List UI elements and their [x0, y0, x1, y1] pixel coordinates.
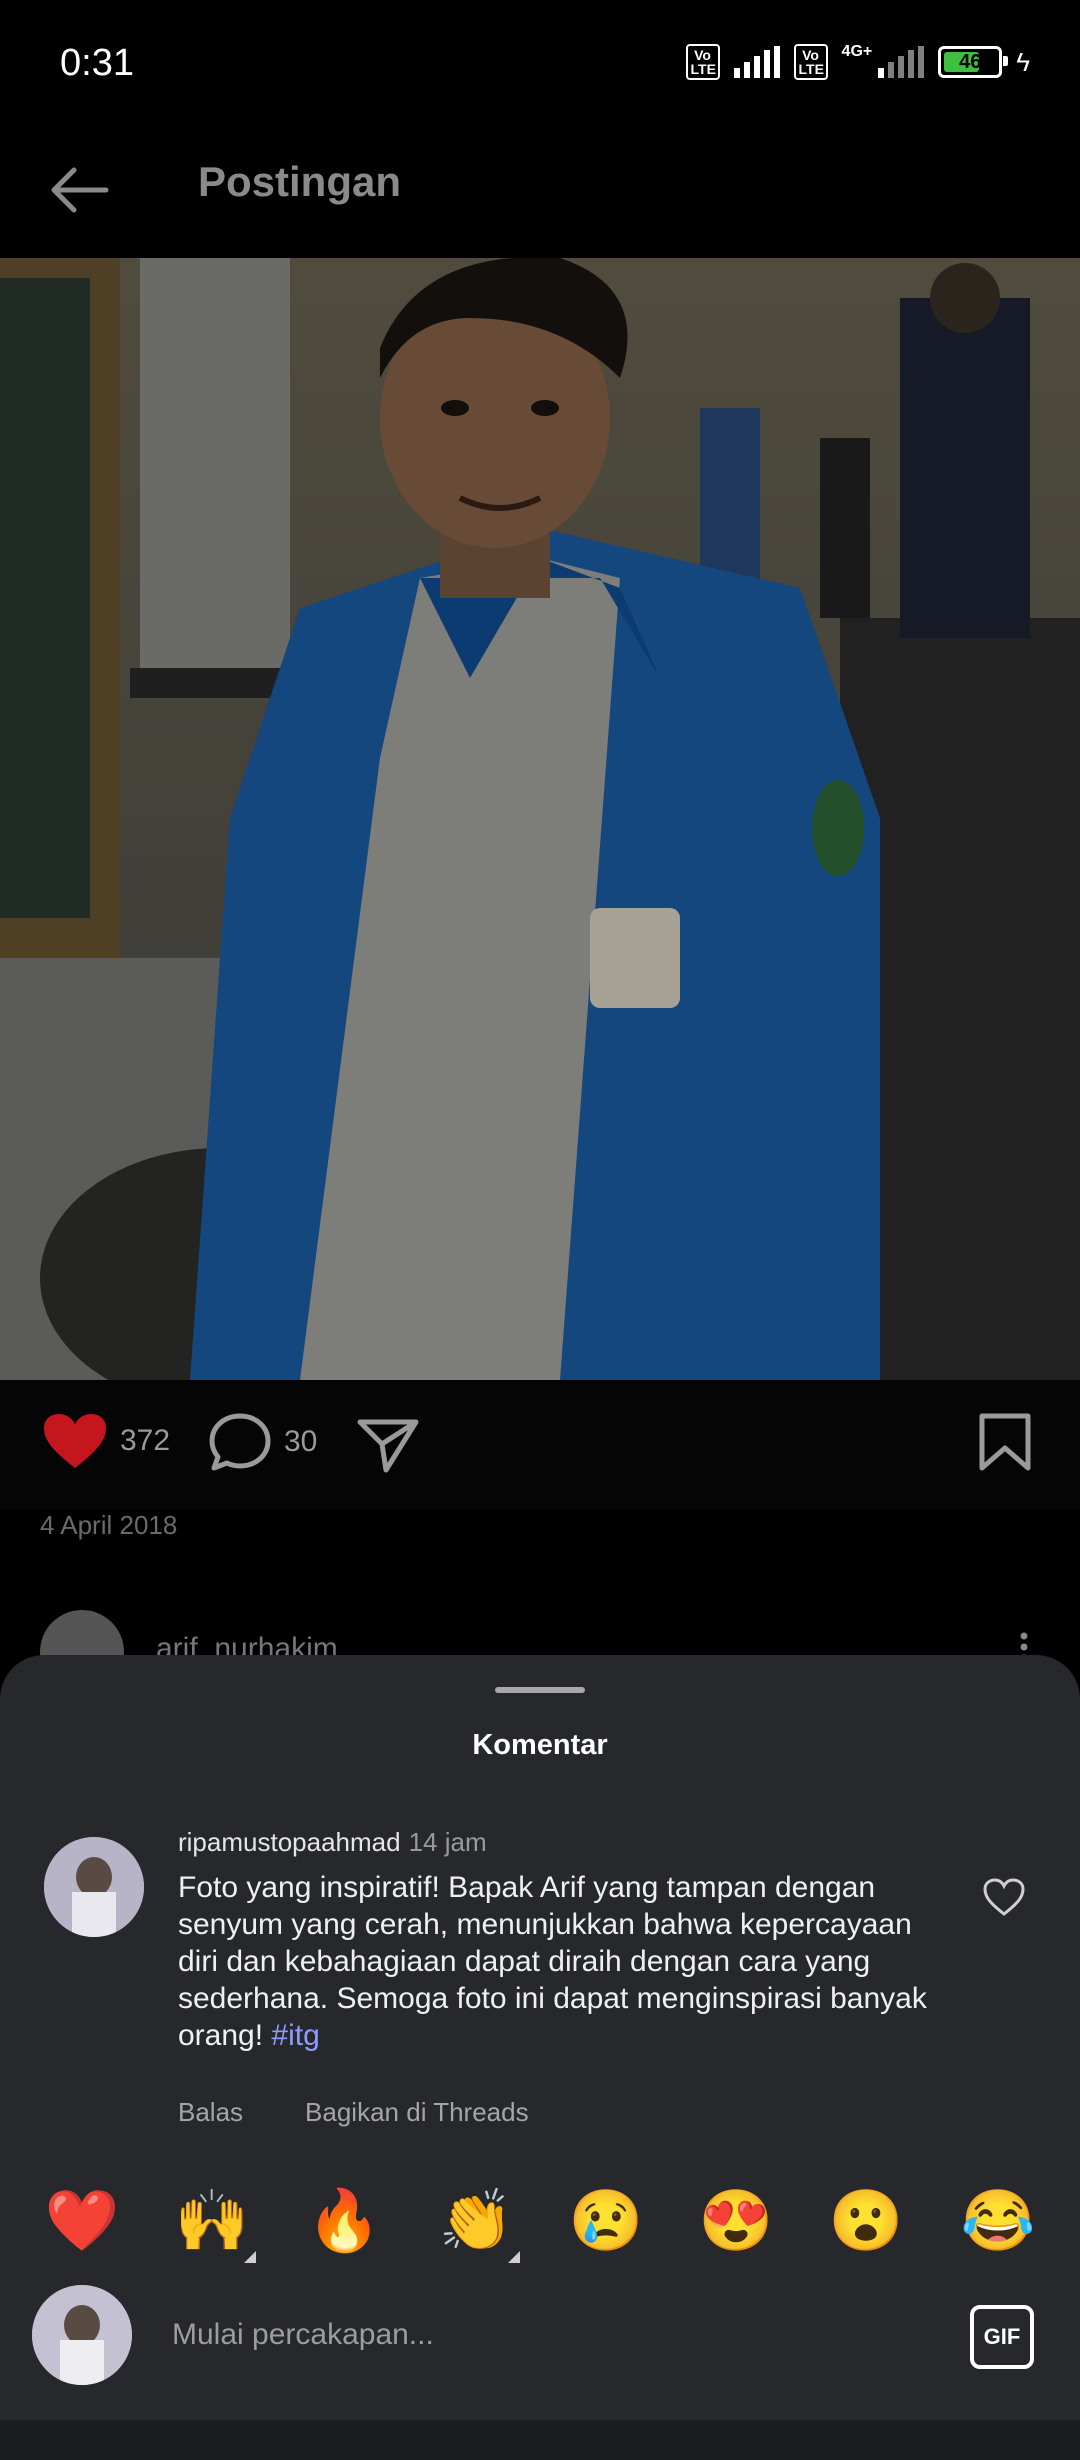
status-time: 0:31 [60, 42, 134, 84]
comment-hashtag[interactable]: #itg [271, 2019, 319, 2052]
system-nav-bar [0, 2420, 1080, 2460]
post-photo[interactable] [0, 258, 1080, 1380]
emoji-heart-eyes[interactable]: 😍 [698, 2183, 774, 2259]
avatar-image [44, 1837, 144, 1937]
emoji-clapping[interactable]: 👏 [438, 2183, 520, 2263]
sheet-drag-handle[interactable] [495, 1687, 585, 1693]
page-title: Postingan [198, 158, 402, 205]
emoji-fire[interactable]: 🔥 [306, 2183, 382, 2259]
comment-time: 14 jam [408, 1827, 487, 1857]
comment-input[interactable] [170, 2317, 874, 2353]
current-user-avatar [32, 2285, 132, 2385]
gif-button[interactable]: GIF [970, 2305, 1034, 2369]
comment-header: ripamustopaahmad 14 jam [178, 1827, 487, 1858]
emoji-surprised[interactable]: 😮 [828, 2183, 904, 2259]
network-type: 4G+ [841, 43, 873, 60]
like-count: 372 [120, 1424, 171, 1457]
volte-icon: Vo LTE [793, 44, 828, 80]
share-send-icon[interactable] [356, 1416, 420, 1474]
quick-reaction-bar: ❤️ 🙌 🔥 👏 😢 😍 😮 😂 [0, 2183, 1080, 2273]
comment-bubble-icon[interactable] [208, 1412, 272, 1472]
post-actions-bar: 372 30 [0, 1380, 1080, 1510]
emoji-raising-hands-glyph: 🙌 [174, 2187, 250, 2254]
comments-sheet: Komentar ripamustopaahmad 14 jam Foto yan… [0, 1655, 1080, 2460]
status-icons: Vo LTE Vo LTE 4G+ 46 ϟ [685, 43, 1030, 80]
post-photo-image [0, 258, 1080, 1380]
emoji-crying[interactable]: 😢 [568, 2183, 644, 2259]
top-app-bar: Postingan [0, 130, 1080, 258]
emoji-laughing[interactable]: 😂 [960, 2183, 1036, 2259]
comment-input-row: GIF [0, 2285, 1080, 2395]
avatar-image [32, 2285, 132, 2385]
back-arrow-icon[interactable] [44, 160, 114, 220]
share-threads-button[interactable]: Bagikan di Threads [305, 2097, 529, 2128]
sheet-title: Komentar [472, 1729, 608, 1761]
heart-outline-icon[interactable] [982, 1877, 1026, 1917]
emoji-heart[interactable]: ❤️ [44, 2183, 120, 2259]
comment-actions: Balas Bagikan di Threads [178, 2097, 529, 2128]
emoji-raising-hands[interactable]: 🙌 [174, 2183, 256, 2263]
battery-level: 46 [959, 50, 982, 73]
like-action[interactable]: 372 [42, 1412, 170, 1470]
post-date: 4 April 2018 [40, 1510, 178, 1540]
signal-icon [733, 46, 780, 78]
comment-username[interactable]: ripamustopaahmad [178, 1827, 401, 1857]
commenter-avatar[interactable] [44, 1837, 144, 1937]
battery-icon: 46 [938, 46, 1009, 78]
bookmark-icon[interactable] [978, 1412, 1032, 1472]
volte-icon: Vo LTE [685, 44, 720, 80]
post-author-row: arif_nurhakim [0, 1590, 1080, 1694]
comment-count: 30 [284, 1425, 318, 1458]
comment-action[interactable]: 30 [208, 1412, 317, 1472]
comment-text: Foto yang inspiratif! Bapak Arif yang ta… [178, 1869, 958, 2054]
heart-filled-icon[interactable] [42, 1412, 108, 1470]
status-bar: 0:31 Vo LTE Vo LTE 4G+ 46 ϟ [0, 0, 1080, 130]
emoji-clapping-glyph: 👏 [438, 2187, 514, 2254]
charging-icon: ϟ [1016, 46, 1030, 77]
reply-button[interactable]: Balas [178, 2097, 243, 2128]
signal-icon [878, 46, 925, 78]
